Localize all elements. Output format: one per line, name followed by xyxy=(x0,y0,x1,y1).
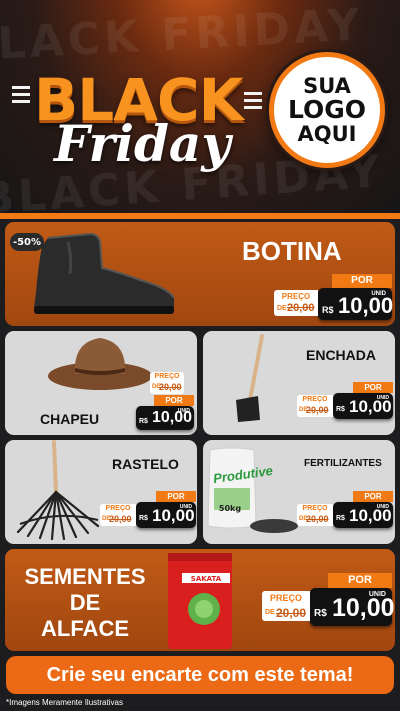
product-name: FERTILIZANTES xyxy=(304,458,382,469)
logo-friday-text: Friday xyxy=(54,114,231,173)
old-price-value: 20,00 xyxy=(276,606,307,620)
price-box: R$ 10,00 UNID xyxy=(333,502,393,528)
your-logo-placeholder: SUA LOGO AQUI xyxy=(269,52,385,168)
old-price: PREÇO DE 20,00 xyxy=(297,395,333,417)
product-name: RASTELO xyxy=(112,456,179,472)
boot-icon xyxy=(34,232,175,314)
old-price-label: PREÇO xyxy=(281,292,311,301)
price-tag: POR R$ 10,00 UNID PREÇO DE 20,00 xyxy=(274,274,393,322)
old-price-label: PREÇO xyxy=(302,505,328,512)
price-new-label: POR xyxy=(353,382,393,393)
price-unit: UNID xyxy=(376,504,389,510)
product-name-line: SEMENTES xyxy=(24,564,146,589)
price-tag: POR R$ 10,00 UNID PREÇO DE 20,00 xyxy=(262,573,395,629)
seed-packet-icon: SAKATA xyxy=(168,553,232,649)
currency-symbol: R$ xyxy=(336,515,345,522)
price-unit: UNID xyxy=(177,408,190,414)
old-price-value: 20,00 xyxy=(159,382,182,392)
hat-icon xyxy=(48,338,152,390)
price-box: R$ 10,00 UNID xyxy=(333,393,393,419)
price-tag: POR R$ 10,00 UNID xyxy=(136,395,194,433)
price-box: R$ 10,00 UNID xyxy=(136,406,194,430)
old-price-label: PREÇO xyxy=(154,373,180,380)
logo-placeholder-line: AQUI xyxy=(297,122,357,147)
product-name: SEMENTES DE ALFACE xyxy=(10,564,160,642)
price-new-label: POR xyxy=(156,491,196,502)
old-price: PREÇO DE 20,00 xyxy=(100,504,136,526)
old-price-label: PREÇO xyxy=(302,396,328,403)
create-flyer-button[interactable]: Crie seu encarte com este tema! xyxy=(6,656,394,694)
old-price: PREÇO DE 20,00 xyxy=(262,591,310,621)
packet-brand: SAKATA xyxy=(191,575,222,583)
black-friday-header: BLACK FRIDAY BLACK FRIDAY BLACK Friday S… xyxy=(0,0,400,215)
product-name-line: ALFACE xyxy=(41,616,129,641)
logo-placeholder-line: LOGO xyxy=(287,94,367,124)
old-price: PREÇO DE 20,00 xyxy=(297,504,333,526)
product-name: BOTINA xyxy=(242,236,342,266)
old-price-label: PREÇO xyxy=(269,593,302,603)
rake-icon xyxy=(16,440,100,540)
price-box: R$ 10,00 UNID xyxy=(310,588,395,626)
old-price-label: PREÇO xyxy=(105,505,131,512)
old-price-value: 20,00 xyxy=(109,514,132,524)
old-price: PREÇO DE 20,00 xyxy=(150,372,184,394)
header-divider xyxy=(0,213,400,219)
product-name: CHAPEU xyxy=(40,411,100,427)
price-unit: UNID xyxy=(371,291,386,297)
old-price-value: 20,00 xyxy=(306,405,329,415)
product-name: ENCHADA xyxy=(306,347,376,363)
bag-weight: 50kg xyxy=(219,504,241,513)
price-unit: UNID xyxy=(368,591,386,598)
price-tag: POR R$ 10,00 UNID PREÇO DE 20,00 xyxy=(297,382,393,422)
old-price-prefix: DE xyxy=(277,305,287,312)
price-new-label: POR xyxy=(332,274,392,288)
price-new-label: POR xyxy=(353,491,393,502)
currency-symbol: R$ xyxy=(314,608,327,619)
logo-placeholder-line: SUA xyxy=(303,73,351,98)
currency-symbol: R$ xyxy=(139,515,148,522)
disclaimer-text: *Imagens Meramente Ilustrativas xyxy=(6,698,123,707)
price-new-label: POR xyxy=(328,573,392,588)
fertilizer-bag-icon: 50kg xyxy=(207,447,298,533)
price-new-label: POR xyxy=(154,395,194,406)
black-friday-logo: BLACK Friday xyxy=(24,66,274,176)
currency-symbol: R$ xyxy=(322,305,334,315)
price-unit: UNID xyxy=(179,504,192,510)
old-price-value: 20,00 xyxy=(306,514,329,524)
price-box: R$ 10,00 UNID xyxy=(136,502,196,528)
hoe-icon xyxy=(236,334,264,422)
currency-symbol: R$ xyxy=(139,418,148,425)
price-value: 10,00 xyxy=(332,594,395,622)
price-unit: UNID xyxy=(376,395,389,401)
price-tag: POR R$ 10,00 UNID PREÇO DE 20,00 xyxy=(297,491,393,531)
price-tag: POR R$ 10,00 UNID PREÇO DE 20,00 xyxy=(100,491,196,531)
old-price-prefix: DE xyxy=(265,609,275,616)
product-name-line: DE xyxy=(69,590,101,615)
old-price: PREÇO DE 20,00 xyxy=(274,290,318,316)
price-box: R$ 10,00 UNID xyxy=(318,288,393,320)
old-price-value: 20,00 xyxy=(287,302,315,314)
currency-symbol: R$ xyxy=(336,406,345,413)
